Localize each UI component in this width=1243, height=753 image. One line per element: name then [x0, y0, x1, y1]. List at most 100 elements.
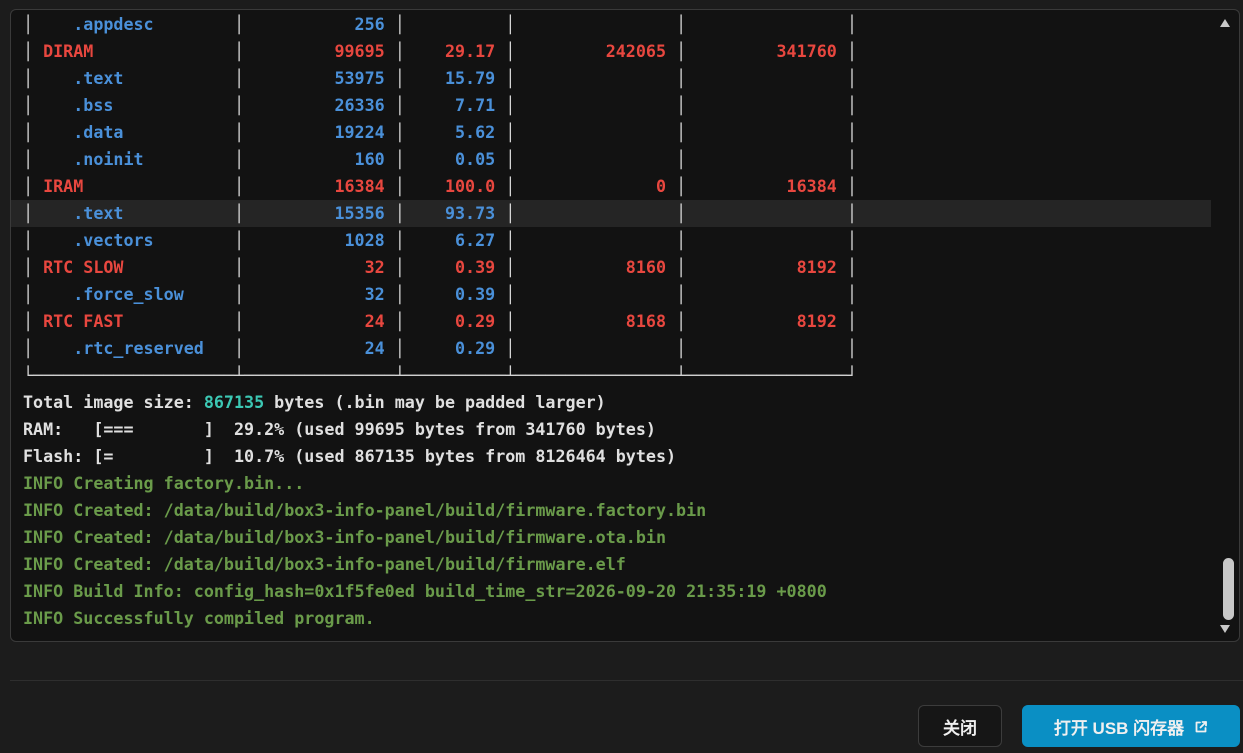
log-segment: 29.17: [404, 41, 506, 61]
log-segment: │: [23, 149, 34, 169]
log-segment: .text: [33, 68, 234, 88]
footer-divider: [10, 680, 1243, 681]
close-button[interactable]: 关闭: [918, 705, 1002, 747]
log-segment: │: [394, 95, 405, 115]
log-segment: │: [846, 149, 857, 169]
log-segment: 53975: [244, 68, 395, 88]
log-segment: │: [233, 257, 245, 277]
log-segment: │: [394, 284, 405, 304]
log-segment: │: [394, 68, 405, 88]
log-line: INFO Build Info: config_hash=0x1f5fe0ed …: [23, 578, 1211, 605]
log-segment: │: [676, 95, 687, 115]
log-line: │ RTC FAST │ 24 │ 0.29 │ 8168 │ 8192 │: [23, 308, 1211, 335]
log-segment: DIRAM: [33, 41, 234, 61]
log-segment: │: [394, 257, 405, 277]
log-line: INFO Created: /data/build/box3-info-pane…: [23, 551, 1211, 578]
log-segment: │: [676, 176, 687, 196]
log-segment: [686, 230, 847, 250]
log-segment: [515, 149, 676, 169]
log-segment: │: [394, 311, 405, 331]
log-segment: bytes (.bin may be padded larger): [264, 392, 606, 412]
log-segment: │: [846, 257, 857, 277]
log-segment: .force_slow: [33, 284, 234, 304]
log-segment: 15.79: [404, 68, 506, 88]
log-segment: 32: [244, 257, 395, 277]
log-segment: │: [505, 311, 516, 331]
log-segment: 93.73: [404, 203, 506, 223]
log-segment: 867135: [203, 392, 265, 412]
log-line: │ .data │ 19224 │ 5.62 │ │ │: [23, 119, 1211, 146]
log-segment: │: [505, 284, 516, 304]
log-segment: [515, 284, 676, 304]
log-segment: │: [394, 176, 405, 196]
log-segment: │: [394, 149, 405, 169]
log-output-content: │ .appdesc │ 256 │ │ │ │ │ DIRAM │ 99695 …: [11, 11, 1211, 632]
log-segment: │: [23, 203, 34, 223]
log-segment: │: [233, 14, 245, 34]
log-segment: [686, 338, 847, 358]
log-segment: INFO Creating factory.bin...: [23, 473, 305, 493]
close-button-label: 关闭: [943, 718, 977, 738]
log-segment: │: [846, 338, 857, 358]
log-segment: │: [394, 203, 405, 223]
log-segment: [686, 95, 847, 115]
log-segment: 6.27: [404, 230, 506, 250]
log-segment: 8192: [686, 257, 847, 277]
log-line: │ .text │ 15356 │ 93.73 │ │ │: [11, 200, 1211, 227]
log-line: │ .text │ 53975 │ 15.79 │ │ │: [23, 65, 1211, 92]
log-segment: │: [23, 311, 34, 331]
log-scrollbar[interactable]: [1213, 10, 1239, 641]
log-segment: │: [676, 41, 687, 61]
log-segment: │: [394, 14, 405, 34]
log-segment: Flash: [= ] 10.7% (used 867135 bytes fro…: [23, 446, 677, 466]
log-segment: [515, 14, 676, 34]
log-segment: .bss: [33, 95, 234, 115]
log-segment: 0.29: [404, 338, 506, 358]
log-segment: 100.0: [404, 176, 506, 196]
open-usb-flasher-label: 打开 USB 闪存器: [1053, 718, 1185, 738]
log-segment: │: [23, 68, 34, 88]
open-usb-flasher-button[interactable]: 打开 USB 闪存器: [1022, 705, 1240, 747]
log-segment: │: [846, 122, 857, 142]
log-output-panel[interactable]: │ .appdesc │ 256 │ │ │ │ │ DIRAM │ 99695 …: [10, 9, 1240, 642]
log-segment: │: [505, 149, 516, 169]
log-segment: │: [23, 41, 34, 61]
log-segment: │: [233, 230, 245, 250]
log-segment: 0.39: [404, 257, 506, 277]
log-segment: 5.62: [404, 122, 506, 142]
log-segment: [686, 203, 847, 223]
log-line: │ .rtc_reserved │ 24 │ 0.29 │ │ │: [23, 335, 1211, 362]
log-line: │ RTC SLOW │ 32 │ 0.39 │ 8160 │ 8192 │: [23, 254, 1211, 281]
log-segment: └────────────────────┴───────────────┴──…: [23, 365, 857, 385]
log-segment: │: [394, 338, 405, 358]
log-segment: 8168: [515, 311, 677, 331]
log-segment: RAM: [=== ] 29.2% (used 99695 bytes from…: [23, 419, 656, 439]
log-segment: │: [23, 14, 34, 34]
log-line: Flash: [= ] 10.7% (used 867135 bytes fro…: [23, 443, 1211, 470]
scroll-thumb[interactable]: [1223, 558, 1234, 620]
log-segment: │: [676, 122, 687, 142]
log-segment: │: [233, 68, 245, 88]
log-segment: [686, 122, 847, 142]
log-segment: │: [23, 284, 34, 304]
log-segment: [686, 149, 847, 169]
log-line: │ IRAM │ 16384 │ 100.0 │ 0 │ 16384 │: [23, 173, 1211, 200]
log-segment: [405, 14, 505, 34]
scroll-up-icon[interactable]: [1220, 19, 1230, 27]
log-segment: │: [505, 338, 516, 358]
log-segment: .vectors: [33, 230, 234, 250]
log-segment: 0: [515, 176, 677, 196]
log-segment: │: [394, 230, 405, 250]
log-segment: │: [505, 14, 516, 34]
log-segment: .appdesc: [33, 14, 234, 34]
scroll-down-icon[interactable]: [1220, 625, 1230, 633]
log-segment: [515, 203, 676, 223]
log-line: RAM: [=== ] 29.2% (used 99695 bytes from…: [23, 416, 1211, 443]
log-segment: 256: [244, 14, 395, 34]
log-segment: │: [676, 203, 687, 223]
log-segment: [686, 284, 847, 304]
log-segment: RTC FAST: [33, 311, 234, 331]
log-segment: │: [394, 41, 405, 61]
log-segment: │: [394, 122, 405, 142]
log-line: │ .noinit │ 160 │ 0.05 │ │ │: [23, 146, 1211, 173]
